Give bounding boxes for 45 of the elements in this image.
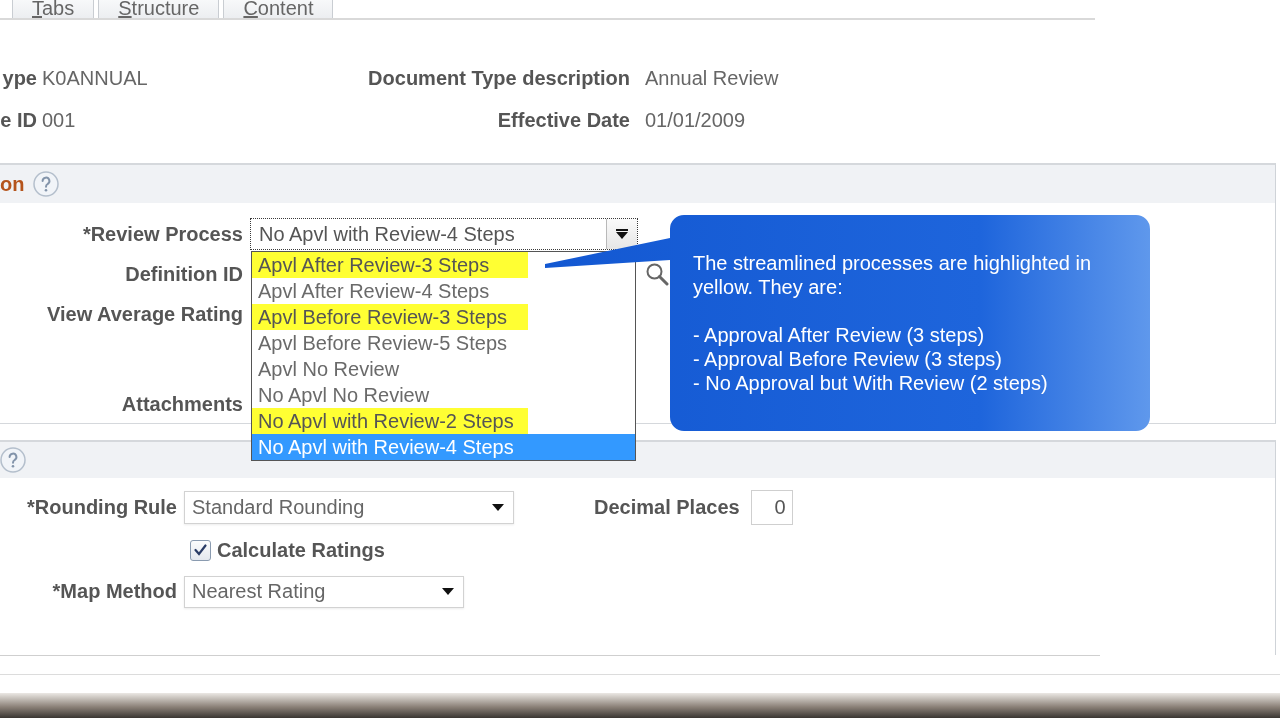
field-value: 01/01/2009 <box>645 108 746 132</box>
dropdown-option[interactable]: Apvl No Review <box>252 356 635 382</box>
caret-icon <box>442 588 454 595</box>
dropdown-option[interactable]: No Apvl No Review <box>252 382 635 408</box>
number-input[interactable]: 0 <box>750 490 793 525</box>
dropdown-option[interactable]: Apvl After Review-3 Steps <box>252 252 528 278</box>
checkbox[interactable] <box>190 539 211 561</box>
field-label: *Review Process <box>82 222 243 246</box>
field-value: K0ANNUAL <box>42 66 148 90</box>
dropdown-field[interactable]: Nearest Rating <box>184 575 464 608</box>
tab[interactable]: Tabs <box>12 0 95 18</box>
tab[interactable]: Structure <box>98 0 220 18</box>
help-icon[interactable] <box>33 171 60 197</box>
caret-icon <box>492 504 504 511</box>
search-icon[interactable] <box>645 262 669 286</box>
tab[interactable]: Content <box>223 0 334 18</box>
field-value: Annual Review <box>645 66 779 90</box>
checkmark-icon <box>194 544 207 556</box>
field-label: Document Type description <box>368 66 630 90</box>
dropdown-option[interactable]: No Apvl with Review-2 Steps <box>252 408 528 434</box>
callout-text: The streamlined processes are highlighted in yellow. They are: <box>693 251 1092 299</box>
field-label: *Map Method <box>52 580 177 603</box>
dropdown-option[interactable]: Apvl Before Review-5 Steps <box>252 330 635 356</box>
dropdown-option[interactable]: No Apvl with Review-4 Steps <box>252 434 635 460</box>
field-label: Definition ID <box>125 262 243 286</box>
dropdown-field[interactable]: Standard Rounding <box>184 491 514 524</box>
field-label: ype <box>2 66 37 90</box>
field-label: View Average Rating <box>47 302 243 326</box>
field-label: Attachments <box>121 392 243 416</box>
callout-list-item: - Approval After Review (3 steps) <box>693 323 985 347</box>
checkbox-label: Calculate Ratings <box>217 538 385 562</box>
field-label: Decimal Places <box>594 496 740 519</box>
dropdown-button[interactable] <box>606 219 637 249</box>
field-label: Effective Date <box>497 108 630 132</box>
dropdown-option[interactable]: Apvl After Review-4 Steps <box>252 278 635 304</box>
dropdown-option[interactable]: Apvl Before Review-3 Steps <box>252 304 528 330</box>
field-label: *Rounding Rule <box>27 496 177 519</box>
callout-list-item: - Approval Before Review (3 steps) <box>693 347 1003 371</box>
help-icon[interactable] <box>0 447 26 473</box>
field-label: e ID <box>0 108 37 132</box>
callout-list-item: - No Approval but With Review (2 steps) <box>693 371 1048 395</box>
field-value: 001 <box>42 108 76 132</box>
dropdown-field[interactable]: No Apvl with Review-4 Steps <box>250 218 638 250</box>
caret-icon <box>616 229 628 239</box>
section-title: on <box>0 172 25 196</box>
